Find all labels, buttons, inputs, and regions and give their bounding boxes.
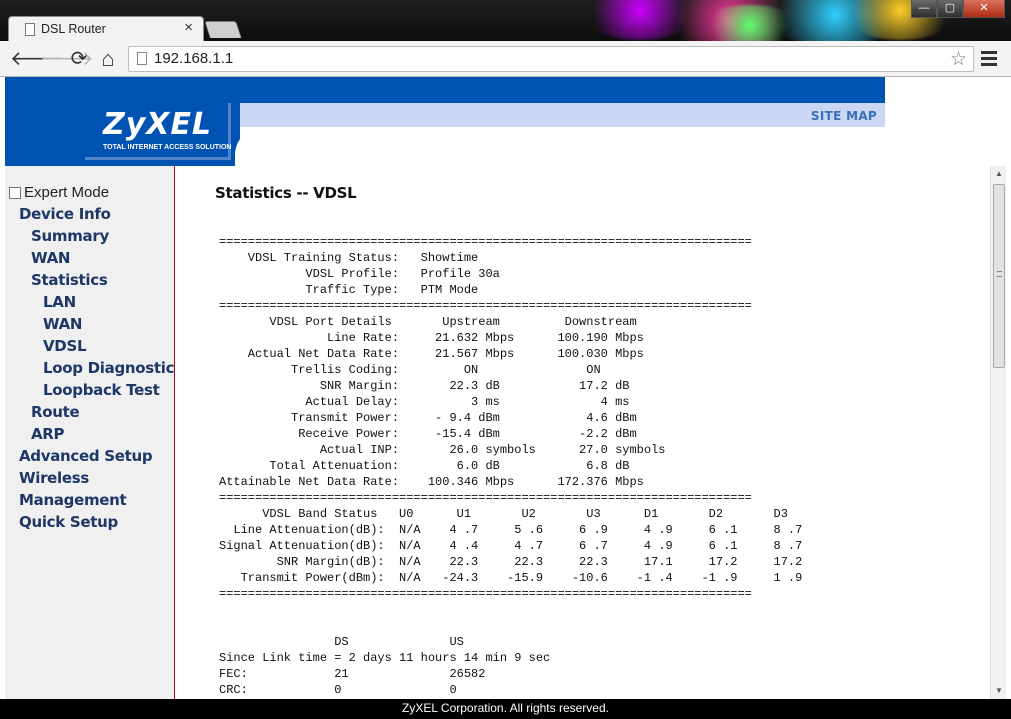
nav-wireless[interactable]: Wireless	[19, 469, 89, 487]
url-text[interactable]: 192.168.1.1	[154, 50, 233, 67]
site-map-link[interactable]: SITE MAP	[811, 109, 877, 123]
header-band: SITE MAP	[240, 103, 885, 127]
nav-summary[interactable]: Summary	[31, 227, 109, 245]
bookmark-star-icon[interactable]: ☆	[950, 48, 967, 71]
zyxel-logo: ZyXEL TOTAL INTERNET ACCESS SOLUTION	[85, 103, 231, 160]
wallpaper-decoration	[700, 5, 800, 41]
nav-stats-vdsl[interactable]: VDSL	[43, 337, 87, 355]
sidebar-nav: Expert Mode Device Info Summary WAN Stat…	[5, 166, 175, 699]
nav-route[interactable]: Route	[31, 403, 80, 421]
close-window-button[interactable]: ✕	[963, 0, 1005, 18]
minimize-button[interactable]: —	[911, 0, 937, 18]
browser-tab[interactable]: DSL Router ×	[8, 16, 204, 41]
expert-mode-toggle[interactable]: Expert Mode	[9, 184, 109, 201]
vertical-scrollbar[interactable]: ▲ ▼	[990, 166, 1006, 699]
nav-statistics[interactable]: Statistics	[31, 271, 108, 289]
nav-stats-wan[interactable]: WAN	[43, 315, 82, 333]
menu-icon[interactable]	[981, 51, 997, 69]
page-icon	[137, 52, 147, 65]
nav-stats-lan[interactable]: LAN	[43, 293, 76, 311]
address-bar[interactable]: 192.168.1.1 ☆	[128, 46, 974, 72]
grip-icon	[997, 271, 1002, 277]
scrollbar-thumb[interactable]	[993, 184, 1005, 368]
scroll-down-arrow-icon[interactable]: ▼	[991, 683, 1006, 699]
logo-tagline: TOTAL INTERNET ACCESS SOLUTION	[103, 144, 232, 151]
tab-title: DSL Router	[41, 22, 106, 36]
header-bar	[5, 77, 885, 103]
expert-mode-label: Expert Mode	[24, 184, 110, 201]
window-controls: — ▢ ✕	[911, 0, 1005, 19]
new-tab-button[interactable]	[204, 21, 242, 38]
forward-arrow-icon[interactable]: 🡒	[40, 48, 94, 70]
nav-device-info[interactable]: Device Info	[19, 205, 111, 223]
vdsl-statistics-text: ========================================…	[219, 235, 803, 697]
expert-mode-checkbox[interactable]	[9, 186, 21, 199]
nav-advanced-setup[interactable]: Advanced Setup	[19, 447, 153, 465]
back-arrow-icon[interactable]: 🡐	[10, 48, 64, 70]
page-icon	[25, 23, 35, 36]
nav-loopback-test[interactable]: Loopback Test	[43, 381, 160, 399]
reload-icon[interactable]: ⟳	[68, 48, 90, 70]
nav-quick-setup[interactable]: Quick Setup	[19, 513, 118, 531]
nav-wan[interactable]: WAN	[31, 249, 70, 267]
home-icon[interactable]: ⌂	[97, 48, 119, 70]
nav-arp[interactable]: ARP	[31, 425, 65, 443]
page-title: Statistics -- VDSL	[215, 184, 357, 202]
scroll-up-arrow-icon[interactable]: ▲	[991, 166, 1006, 182]
browser-toolbar: 🡐 🡒 ⟳ ⌂ 192.168.1.1 ☆	[0, 41, 1011, 77]
nav-management[interactable]: Management	[19, 491, 127, 509]
nav-loop-diagnostic[interactable]: Loop Diagnostic	[43, 359, 175, 377]
tab-close-icon[interactable]: ×	[184, 20, 193, 36]
main-content: Statistics -- VDSL =====================…	[176, 166, 990, 699]
header-curve	[235, 127, 895, 167]
router-page: ZyXEL TOTAL INTERNET ACCESS SOLUTION SIT…	[5, 77, 1006, 699]
footer: ZyXEL Corporation. All rights reserved.	[0, 699, 1011, 719]
logo-text: ZyXEL	[103, 107, 213, 142]
title-bar: DSL Router × — ▢ ✕	[0, 0, 1011, 41]
browser-window: DSL Router × — ▢ ✕ 🡐 🡒 ⟳ ⌂ 192.168.1.1 ☆…	[0, 0, 1011, 719]
maximize-button[interactable]: ▢	[937, 0, 963, 18]
